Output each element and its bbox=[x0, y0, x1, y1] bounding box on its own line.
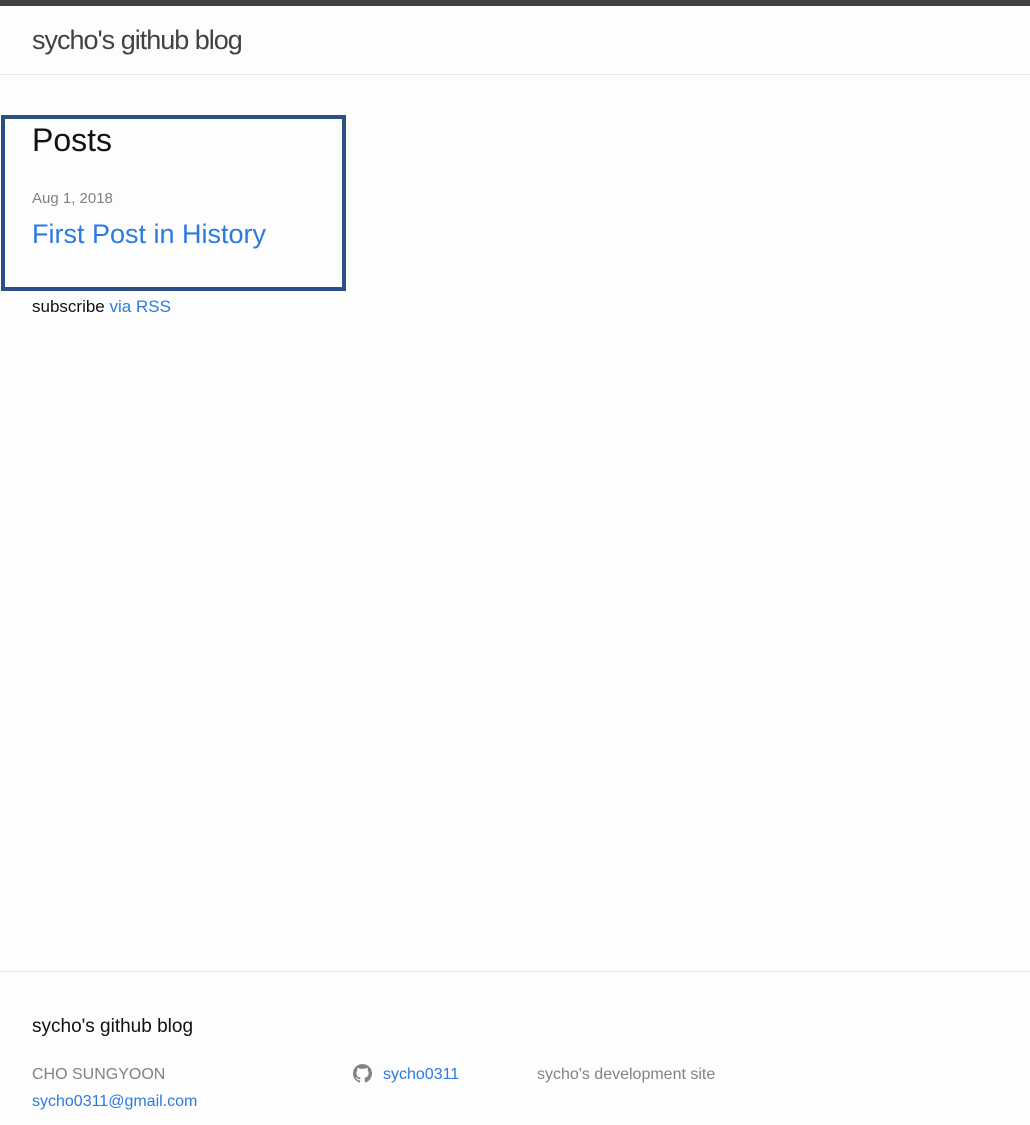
footer-email-link[interactable]: sycho0311@gmail.com bbox=[32, 1093, 197, 1111]
footer-description: sycho's development site bbox=[537, 1066, 716, 1083]
site-title-link[interactable]: sycho's github blog bbox=[32, 25, 243, 56]
footer-heading: sycho's github blog bbox=[32, 1016, 194, 1037]
page-heading: Posts bbox=[32, 122, 113, 158]
github-icon[interactable] bbox=[353, 1064, 372, 1083]
rss-link[interactable]: via RSS bbox=[110, 297, 171, 316]
github-username-link[interactable]: sycho0311 bbox=[383, 1066, 459, 1084]
site-header: sycho's github blog bbox=[0, 6, 1030, 75]
site-footer: sycho's github blog CHO SUNGYOON sycho03… bbox=[0, 971, 1030, 1125]
post-date: Aug 1, 2018 bbox=[32, 190, 113, 207]
rss-subscribe: subscribe via RSS bbox=[32, 297, 171, 317]
rss-prefix: subscribe bbox=[32, 297, 105, 316]
footer-author-name: CHO SUNGYOON bbox=[32, 1066, 166, 1083]
post-title-link[interactable]: First Post in History bbox=[32, 219, 266, 250]
